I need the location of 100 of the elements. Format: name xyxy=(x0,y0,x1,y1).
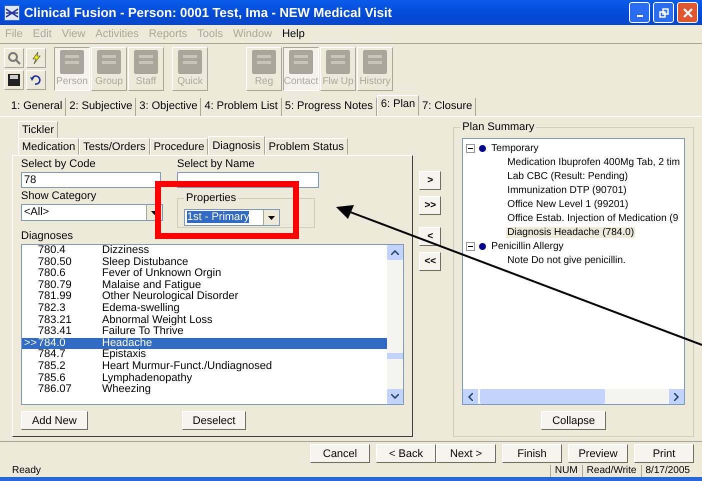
restore-button[interactable] xyxy=(653,2,674,23)
group-label: Properties xyxy=(184,192,238,204)
tab[interactable]: Problem Status xyxy=(264,138,348,155)
collapse-button[interactable]: Collapse xyxy=(541,411,606,430)
list-row[interactable]: 783.21 Abnormal Weight Loss xyxy=(22,314,388,326)
code-text: 783.21 xyxy=(38,314,73,326)
list-button[interactable]: Add New xyxy=(21,411,88,430)
magnifier-icon[interactable] xyxy=(4,48,24,68)
expander-icon[interactable] xyxy=(466,242,476,250)
list-row[interactable]: 786.07 Wheezing xyxy=(22,384,388,396)
scroll-up-icon[interactable] xyxy=(387,245,404,260)
code-text: 785.2 xyxy=(38,360,67,373)
diagnosis-text: Malaise and Fatigue xyxy=(102,280,202,291)
toolbar-icon xyxy=(323,48,353,76)
tree-node[interactable]: Immunization DTP (90701) xyxy=(506,184,628,196)
minimize-button[interactable] xyxy=(629,2,650,23)
list-row[interactable]: 780.4 Dizziness xyxy=(22,245,388,257)
wizard-button[interactable]: Print xyxy=(634,444,694,463)
tab[interactable]: Medication xyxy=(18,138,80,155)
move-button[interactable]: >> xyxy=(419,196,442,215)
list-row[interactable]: 783.41 Failure To Thrive xyxy=(22,326,388,338)
toolbar-icon xyxy=(249,48,279,76)
diagnosis-text: Fever of Unknown Orgin xyxy=(102,268,222,280)
toolbar-icon xyxy=(94,48,124,76)
tree-node[interactable]: Medication Ibuprofen 400Mg Tab, 2 tim xyxy=(506,156,681,168)
vertical-scrollbar[interactable] xyxy=(387,245,404,404)
tree-node[interactable]: Penicillin Allergy xyxy=(490,240,565,252)
tab[interactable]: 7: Closure xyxy=(419,98,476,116)
tab[interactable]: 3: Objective xyxy=(136,98,202,116)
list-row[interactable]: 784.7 Epistaxis xyxy=(22,349,388,361)
diagnosis-text: Heart Murmur-Funct./Undiagnosed xyxy=(102,360,272,373)
list-row[interactable]: 780.50 Sleep Distubance xyxy=(22,256,388,268)
diagnosis-text: Abnormal Weight Loss xyxy=(102,314,212,326)
list-row[interactable]: >>784.0 Headache xyxy=(22,338,388,350)
bullet-icon xyxy=(479,242,486,250)
code-text: 781.99 xyxy=(38,291,73,303)
list-row[interactable]: 780.6 Fever of Unknown Orgin xyxy=(22,268,388,280)
tab[interactable]: Diagnosis xyxy=(208,136,265,155)
toolbar-icon xyxy=(175,48,205,76)
tree-node[interactable]: Office New Level 1 (99201) xyxy=(506,198,630,210)
list-row[interactable]: 785.2 Heart Murmur-Funct./Undiagnosed xyxy=(22,360,388,373)
code-text: 784.0 xyxy=(38,338,67,349)
code-text: 786.07 xyxy=(38,384,73,396)
tree-node[interactable]: Note Do not give penicillin. xyxy=(506,254,627,266)
diagnosis-text: Other Neurological Disorder xyxy=(102,291,238,303)
diagnosis-text: Wheezing xyxy=(102,384,151,396)
app-icon xyxy=(4,4,20,20)
tab[interactable]: Tests/Orders xyxy=(79,138,150,155)
scroll-right-icon[interactable] xyxy=(669,389,684,404)
undo-icon[interactable] xyxy=(26,70,46,90)
code-text: 780.79 xyxy=(38,280,73,291)
list-row[interactable]: 780.79 Malaise and Fatigue xyxy=(22,280,388,292)
tab[interactable]: 1: General xyxy=(8,98,66,116)
close-icon xyxy=(682,8,692,18)
list-row[interactable]: 781.99 Other Neurological Disorder xyxy=(22,291,388,303)
list-row[interactable]: 782.3 Edema-swelling xyxy=(22,302,388,315)
wizard-button[interactable]: Cancel xyxy=(310,444,370,463)
scroll-thumb[interactable] xyxy=(387,353,404,359)
tree-node[interactable]: Lab CBC (Result: Pending) xyxy=(506,170,629,182)
code-text: 785.6 xyxy=(38,372,67,384)
diagnosis-text: Epistaxis xyxy=(102,349,146,361)
restore-icon xyxy=(658,8,668,18)
properties-dropdown[interactable]: 1st - Primary xyxy=(184,209,280,226)
code-text: 784.7 xyxy=(38,349,67,361)
field-label: Select by Code xyxy=(21,158,97,172)
field-label: Select by Name xyxy=(177,158,256,172)
tab[interactable]: 2: Subjective xyxy=(66,98,136,116)
window-title: Clinical Fusion - Person: 0001 Test, Ima - NEW Medical Visit xyxy=(24,5,393,20)
lightning-icon[interactable] xyxy=(26,48,46,68)
wizard-button[interactable]: Finish xyxy=(502,444,562,463)
move-button[interactable]: << xyxy=(419,252,442,271)
list-row[interactable]: 785.6 Lymphadenopathy xyxy=(22,372,388,384)
close-button[interactable] xyxy=(677,2,698,23)
scroll-down-icon[interactable] xyxy=(387,389,404,404)
code-field[interactable]: 78 xyxy=(21,172,161,188)
tab[interactable]: Tickler xyxy=(18,121,58,138)
tree-node[interactable]: Temporary xyxy=(490,142,540,154)
horizontal-scrollbar[interactable] xyxy=(463,389,684,404)
tab[interactable]: 4: Problem List xyxy=(201,98,282,116)
code-text: 782.3 xyxy=(38,302,67,315)
expander-icon[interactable] xyxy=(466,144,476,152)
save-icon[interactable] xyxy=(4,70,24,90)
tree-node[interactable]: Diagnosis Headache (784.0) xyxy=(506,226,636,238)
move-button[interactable]: > xyxy=(419,171,442,190)
scroll-left-icon[interactable] xyxy=(463,389,478,404)
category-dropdown[interactable]: <All> xyxy=(21,204,163,221)
menu-item[interactable]: Help xyxy=(282,28,305,40)
toolbar-icon xyxy=(131,48,161,76)
code-text: 783.41 xyxy=(38,326,73,338)
group-label: Plan Summary xyxy=(460,121,536,133)
tree-node[interactable]: Office Estab. Injection of Medication (9 xyxy=(506,212,680,224)
wizard-button[interactable]: Preview xyxy=(568,444,628,463)
tab[interactable]: 6: Plan xyxy=(376,95,420,116)
code-text: 780.4 xyxy=(38,245,67,257)
wizard-button[interactable]: Next > xyxy=(436,444,496,463)
toolbar-icon xyxy=(57,48,87,76)
list-button[interactable]: Deselect xyxy=(182,411,246,430)
wizard-button[interactable]: < Back xyxy=(376,444,436,463)
bullet-icon xyxy=(479,144,486,152)
field-label: Diagnoses xyxy=(21,230,74,244)
